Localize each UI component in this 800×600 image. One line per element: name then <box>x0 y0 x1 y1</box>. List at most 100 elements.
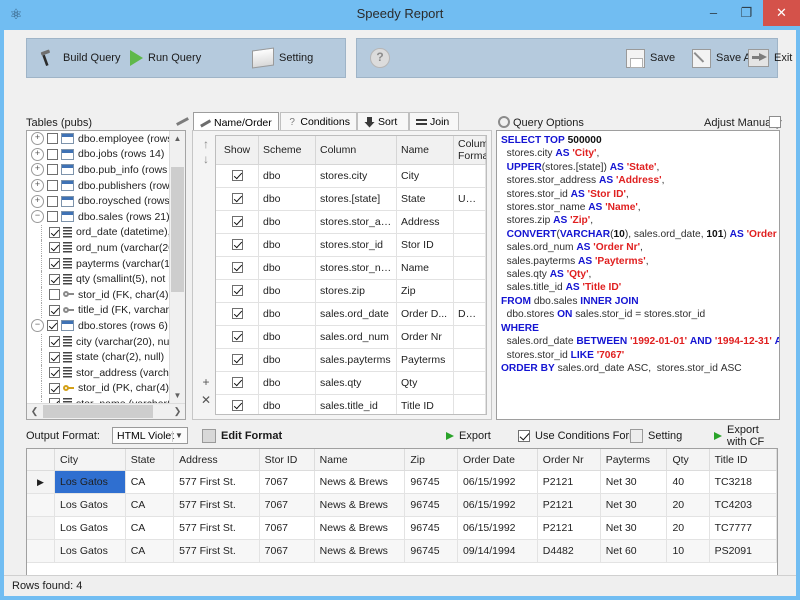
tree-item[interactable]: city (varchar(20), null) <box>27 333 172 350</box>
table-cell[interactable]: Los Gatos <box>54 470 126 494</box>
results-column-header[interactable]: Order Date <box>457 449 538 471</box>
tree-checkbox[interactable] <box>49 242 60 254</box>
checkbox-icon[interactable] <box>231 399 243 411</box>
results-column-header[interactable]: Stor ID <box>259 449 315 471</box>
grid-scheme-cell[interactable]: dbo <box>258 348 316 372</box>
grid-row[interactable]: dbo sales.title_id Title ID <box>216 394 486 414</box>
grid-row[interactable]: dbo stores.stor_id Stor ID <box>216 233 486 257</box>
grid-row[interactable]: dbo stores.city City <box>216 164 486 188</box>
chevron-down-icon[interactable]: ▼ <box>172 431 185 442</box>
tree-item[interactable]: + dbo.jobs (rows 14) <box>27 147 172 163</box>
tree-item[interactable]: stor_address (varchar( <box>27 364 172 381</box>
grid-row[interactable]: dbo sales.payterms Payterms <box>216 348 486 372</box>
grid-column-cell[interactable]: sales.payterms <box>315 348 397 372</box>
tree-checkbox[interactable] <box>49 289 60 301</box>
table-cell[interactable]: CA <box>125 470 175 494</box>
scroll-thumb[interactable] <box>171 167 184 292</box>
row-marker[interactable] <box>27 493 55 517</box>
table-cell[interactable]: 7067 <box>259 470 315 494</box>
grid-formatting-cell[interactable] <box>453 233 486 257</box>
checkbox-icon[interactable] <box>231 307 243 319</box>
table-cell[interactable]: 20 <box>666 516 710 540</box>
grid-name-cell[interactable]: State <box>396 187 454 211</box>
grid-name-cell[interactable]: Title ID <box>396 394 454 414</box>
grid-column-cell[interactable]: stores.stor_name <box>315 256 397 280</box>
table-cell[interactable]: News & Brews <box>314 516 406 540</box>
table-row[interactable]: ▶ Los Gatos CA 577 First St. 7067 News & Brew… <box>27 470 777 494</box>
grid-formatting-cell[interactable]: Uppercase <box>453 187 486 211</box>
table-cell[interactable]: P2121 <box>537 470 601 494</box>
build-query-button[interactable]: Build Query <box>31 39 127 77</box>
table-cell[interactable]: TC7777 <box>709 516 777 540</box>
table-cell[interactable]: 7067 <box>259 493 315 517</box>
grid-name-cell[interactable]: Address <box>396 210 454 234</box>
checkbox-icon[interactable] <box>231 284 243 296</box>
results-column-header[interactable]: Title ID <box>709 449 777 471</box>
table-cell[interactable]: Net 30 <box>600 470 668 494</box>
table-cell[interactable]: 09/14/1994 <box>457 539 538 563</box>
tab-name-order[interactable]: Name/Order <box>193 112 279 132</box>
grid-formatting-cell[interactable] <box>453 371 486 395</box>
scroll-down-icon[interactable]: ▼ <box>170 388 185 403</box>
grid-formatting-cell[interactable] <box>453 210 486 234</box>
move-up-button[interactable]: ↑ <box>199 137 213 151</box>
tab-sort[interactable]: Sort <box>357 112 409 131</box>
grid-column-header[interactable]: Scheme <box>258 136 316 165</box>
grid-row[interactable]: dbo stores.zip Zip <box>216 279 486 303</box>
tree-item[interactable]: − dbo.stores (rows 6) <box>27 318 172 334</box>
maximize-button[interactable]: ❐ <box>730 0 763 26</box>
scroll-up-icon[interactable]: ▲ <box>170 131 185 146</box>
table-row[interactable]: Los Gatos CA 577 First St. 7067 News & Brews… <box>27 493 777 517</box>
table-cell[interactable]: 96745 <box>404 516 458 540</box>
tree-expander-icon[interactable]: + <box>31 132 44 146</box>
grid-show-cell[interactable] <box>216 210 259 234</box>
results-column-header[interactable]: Qty <box>666 449 710 471</box>
tree-item[interactable]: title_id (FK, varchar(6), <box>27 302 172 319</box>
grid-row[interactable]: dbosales.ord_dateOrder D...Date (MM/DD/Y… <box>216 302 486 326</box>
table-cell[interactable]: TC3218 <box>709 470 777 494</box>
grid-column-header[interactable]: Column Formatting <box>453 136 486 165</box>
results-column-header[interactable]: Zip <box>404 449 458 471</box>
grid-column-cell[interactable]: stores.zip <box>315 279 397 303</box>
grid-show-cell[interactable] <box>216 233 259 257</box>
tree-checkbox[interactable] <box>47 211 58 223</box>
minimize-button[interactable]: – <box>697 0 730 26</box>
checkbox-icon[interactable] <box>231 238 243 250</box>
grid-formatting-cell[interactable]: Date (MM/DD/YYYY) <box>453 302 486 326</box>
grid-column-cell[interactable]: stores.stor_ad... <box>315 210 397 234</box>
results-column-header[interactable]: Payterms <box>600 449 668 471</box>
table-cell[interactable]: 577 First St. <box>173 539 260 563</box>
table-cell[interactable]: CA <box>125 539 175 563</box>
grid-scheme-cell[interactable]: dbo <box>258 325 316 349</box>
column-grid[interactable]: ShowSchemeColumnNameColumn Formatting db… <box>215 135 487 415</box>
grid-name-cell[interactable]: Payterms <box>396 348 454 372</box>
remove-column-button[interactable]: ✕ <box>199 393 213 407</box>
grid-name-cell[interactable]: Order D... <box>396 302 454 326</box>
tree-checkbox[interactable] <box>47 133 58 145</box>
tree-checkbox[interactable] <box>49 367 60 379</box>
grid-scheme-cell[interactable]: dbo <box>258 210 316 234</box>
tree-expander-icon[interactable]: + <box>31 147 44 161</box>
grid-scheme-cell[interactable]: dbo <box>258 371 316 395</box>
export-with-cf-button[interactable]: Export with CF <box>714 424 778 448</box>
grid-column-cell[interactable]: stores.city <box>315 164 397 188</box>
grid-name-cell[interactable]: Stor ID <box>396 233 454 257</box>
row-marker[interactable] <box>27 539 55 563</box>
row-marker[interactable]: ▶ <box>27 470 55 494</box>
grid-formatting-cell[interactable] <box>453 325 486 349</box>
grid-show-cell[interactable] <box>216 279 259 303</box>
tree-item[interactable]: state (char(2), null) <box>27 349 172 365</box>
use-conditions-form-checkbox[interactable]: Use Conditions Form <box>518 426 638 446</box>
tree-item[interactable]: ord_date (datetime), no <box>27 224 172 241</box>
grid-name-cell[interactable]: City <box>396 164 454 188</box>
save-button[interactable]: Save <box>619 39 682 77</box>
tree-vertical-scrollbar[interactable]: ▲ ▼ <box>169 131 185 403</box>
output-format-select[interactable]: HTML Violet ▼ <box>112 427 188 444</box>
table-cell[interactable]: Los Gatos <box>54 539 126 563</box>
table-cell[interactable]: 06/15/1992 <box>457 470 538 494</box>
tree-item[interactable]: − dbo.sales (rows 21) <box>27 209 172 225</box>
tree-checkbox[interactable] <box>49 273 60 285</box>
table-cell[interactable]: Los Gatos <box>54 516 126 540</box>
grid-show-cell[interactable] <box>216 394 259 414</box>
table-row[interactable]: Los Gatos CA 577 First St. 7067 News & Brews… <box>27 516 777 540</box>
